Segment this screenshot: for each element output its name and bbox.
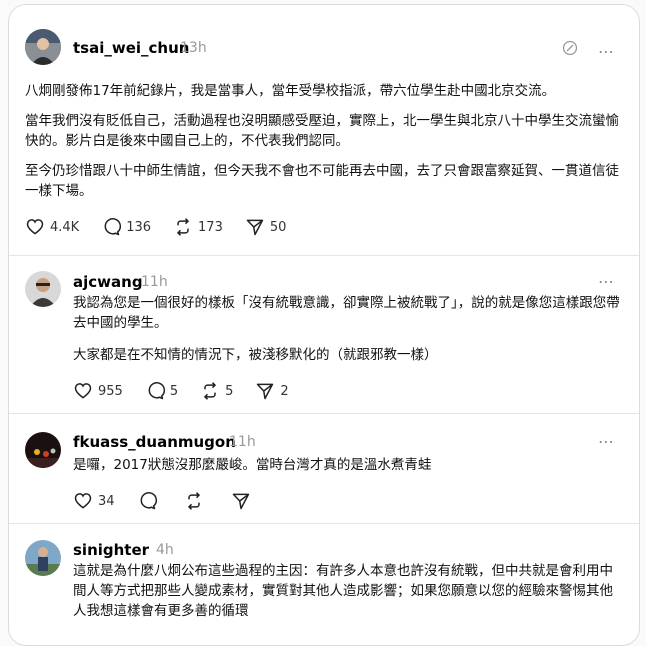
post-body: 是囉，2017狀態沒那麼嚴峻。當時台灣才真的是溫水煮青蛙 — [73, 455, 625, 475]
repost-button[interactable] — [184, 491, 209, 511]
comment-icon — [148, 382, 165, 400]
timestamp[interactable]: 11h — [141, 274, 168, 290]
action-bar: 4.4K 136 173 50 — [25, 217, 308, 237]
reply-post: ajcwang 11h ⋯ 我認為您是一個很好的樣板「沒有統戰意識，卻實際上被統… — [9, 255, 639, 413]
thread-card: tsai_wei_chun 13h ⋯ 八炯剛發佈17年前紀錄片，我是當事人，當… — [8, 4, 640, 646]
share-icon — [232, 493, 249, 510]
like-count: 4.4K — [50, 219, 80, 235]
repost-icon — [204, 382, 217, 400]
like-button[interactable]: 34 — [73, 491, 115, 511]
post-paragraph: 當年我們沒有貶低自己，活動過程也沒明顯感受壓迫，實際上，北一學生與北京八十中學生… — [25, 113, 619, 149]
share-count: 2 — [280, 383, 289, 399]
more-options-icon[interactable]: ⋯ — [598, 44, 615, 60]
post-paragraph: 至今仍珍惜跟八十中師生情誼，但今天我不會也不可能再去中國，去了只會跟富察延賀、一… — [25, 163, 619, 199]
edit-icon[interactable] — [562, 40, 578, 60]
like-count: 955 — [98, 383, 123, 399]
like-button[interactable]: 4.4K — [25, 217, 79, 237]
main-post: tsai_wei_chun 13h ⋯ 八炯剛發佈17年前紀錄片，我是當事人，當… — [9, 5, 639, 260]
comment-icon — [104, 218, 122, 236]
comment-count: 136 — [126, 219, 152, 235]
avatar[interactable] — [25, 540, 61, 576]
post-body: 這就是為什麼八炯公布這些過程的主因：有許多人本意也許沒有統戰，但中共就是會利用中… — [73, 561, 625, 621]
comment-button[interactable] — [137, 491, 162, 511]
post-paragraph: 這就是為什麼八炯公布這些過程的主因：有許多人本意也許沒有統戰，但中共就是會利用中… — [73, 563, 613, 619]
reply-post: sinighter 4h 這就是為什麼八炯公布這些過程的主因：有許多人本意也許沒… — [9, 523, 639, 643]
repost-icon — [176, 218, 190, 236]
repost-button[interactable]: 5 — [200, 381, 233, 401]
like-button[interactable]: 955 — [73, 381, 123, 401]
heart-icon — [74, 493, 92, 509]
username[interactable]: tsai_wei_chun — [73, 39, 189, 57]
username[interactable]: sinighter — [73, 541, 149, 559]
post-paragraph: 我認為您是一個很好的樣板「沒有統戰意識，卻實際上被統戰了」，說的就是像您這樣跟您… — [73, 295, 620, 331]
comment-icon — [140, 492, 157, 510]
heart-icon — [26, 219, 44, 235]
more-options-icon[interactable]: ⋯ — [598, 434, 615, 450]
comment-button[interactable]: 136 — [101, 217, 151, 237]
post-paragraph: 八炯剛發佈17年前紀錄片，我是當事人，當年受學校指派，帶六位學生赴中國北京交流。 — [25, 83, 556, 99]
repost-icon — [187, 492, 200, 510]
action-bar: 34 — [73, 491, 278, 511]
post-paragraph: 大家都是在不知情的情況下，被淺移默化的（就跟邪教一樣） — [73, 347, 438, 363]
share-button[interactable]: 2 — [255, 381, 289, 401]
share-icon — [246, 219, 264, 236]
avatar[interactable] — [25, 432, 61, 468]
more-options-icon[interactable]: ⋯ — [598, 274, 615, 290]
post-body: 八炯剛發佈17年前紀錄片，我是當事人，當年受學校指派，帶六位學生赴中國北京交流。… — [25, 81, 625, 201]
reply-post: fkuass_duanmugon 11h ⋯ 是囉，2017狀態沒那麼嚴峻。當時… — [9, 413, 639, 523]
repost-count: 173 — [198, 219, 223, 235]
avatar[interactable] — [25, 271, 61, 307]
like-count: 34 — [98, 493, 115, 509]
share-button[interactable]: 50 — [245, 217, 287, 237]
share-icon — [257, 383, 274, 400]
post-paragraph: 是囉，2017狀態沒那麼嚴峻。當時台灣才真的是溫水煮青蛙 — [73, 457, 432, 473]
repost-button[interactable]: 173 — [173, 217, 223, 237]
heart-icon — [74, 383, 92, 399]
avatar[interactable] — [25, 29, 61, 65]
username[interactable]: fkuass_duanmugon — [73, 433, 236, 451]
post-body: 我認為您是一個很好的樣板「沒有統戰意識，卻實際上被統戰了」，說的就是像您這樣跟您… — [73, 293, 625, 365]
share-button[interactable] — [231, 491, 256, 511]
repost-count: 5 — [225, 383, 234, 399]
timestamp[interactable]: 4h — [156, 542, 174, 558]
action-bar: 955 5 5 2 — [73, 381, 311, 401]
timestamp[interactable]: 11h — [229, 434, 256, 450]
comment-count: 5 — [169, 383, 179, 399]
timestamp[interactable]: 13h — [180, 40, 207, 56]
comment-button[interactable]: 5 — [145, 381, 178, 401]
share-count: 50 — [269, 219, 287, 235]
username[interactable]: ajcwang — [73, 273, 143, 291]
